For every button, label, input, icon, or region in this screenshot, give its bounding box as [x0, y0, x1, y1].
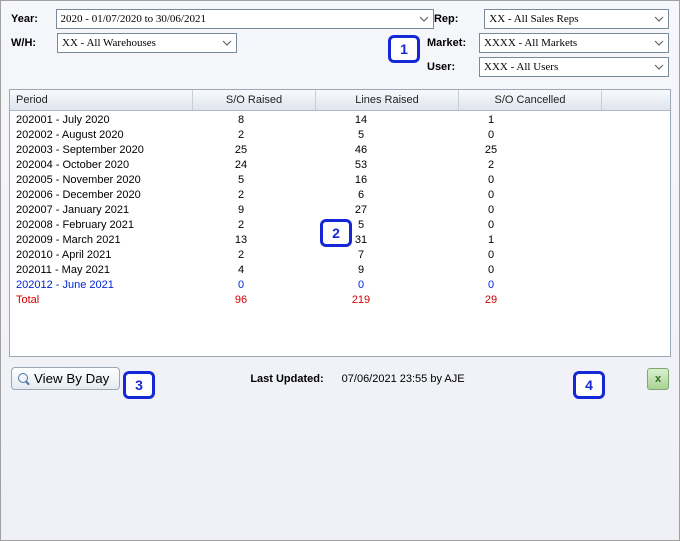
cell-canc: 0 [426, 278, 556, 293]
cell-lines: 14 [296, 113, 426, 128]
table-row[interactable]: 202003 - September 2020254625 [10, 143, 670, 158]
cell-canc: 0 [426, 128, 556, 143]
view-by-day-button[interactable]: View By Day [11, 367, 120, 390]
table-row[interactable]: 202004 - October 202024532 [10, 158, 670, 173]
user-label: User: [427, 61, 479, 73]
cell-canc: 25 [426, 143, 556, 158]
cell-period: 202002 - August 2020 [16, 128, 186, 143]
cell-lines: 46 [296, 143, 426, 158]
cell-so: 5 [186, 173, 296, 188]
callout-4: 4 [573, 371, 605, 399]
year-select[interactable]: 2020 - 01/07/2020 to 30/06/2021 [56, 9, 434, 29]
cell-canc: 0 [426, 173, 556, 188]
cell-canc: 1 [426, 113, 556, 128]
table-body: 202001 - July 20208141202002 - August 20… [10, 111, 670, 308]
table-row[interactable]: 202012 - June 2021000 [10, 278, 670, 293]
table-header: Period S/O Raised Lines Raised S/O Cance… [10, 90, 670, 111]
cell-lines: 9 [296, 263, 426, 278]
warehouse-select[interactable]: XX - All Warehouses [57, 33, 237, 53]
view-by-day-label: View By Day [34, 371, 109, 386]
table-row[interactable]: 202007 - January 20219270 [10, 203, 670, 218]
col-so-cancelled[interactable]: S/O Cancelled [459, 90, 602, 110]
cell-lines: 5 [296, 218, 426, 233]
table-row[interactable]: 202005 - November 20205160 [10, 173, 670, 188]
cell-so: 8 [186, 113, 296, 128]
table-row[interactable]: 202001 - July 20208141 [10, 113, 670, 128]
filters-panel: Year: 2020 - 01/07/2020 to 30/06/2021 Re… [1, 1, 679, 85]
table-row[interactable]: 202002 - August 2020250 [10, 128, 670, 143]
cell-period: 202001 - July 2020 [16, 113, 186, 128]
cell-canc: 0 [426, 248, 556, 263]
cell-lines: 31 [296, 233, 426, 248]
cell-canc: 29 [426, 293, 556, 308]
cell-canc: 0 [426, 203, 556, 218]
cell-period: 202009 - March 2021 [16, 233, 186, 248]
callout-1: 1 [388, 35, 420, 63]
cell-period: 202004 - October 2020 [16, 158, 186, 173]
year-label: Year: [11, 13, 56, 25]
table-row[interactable]: Total9621929 [10, 293, 670, 308]
cell-lines: 219 [296, 293, 426, 308]
export-excel-button[interactable]: x [647, 368, 669, 390]
cell-lines: 27 [296, 203, 426, 218]
market-label: Market: [427, 37, 479, 49]
excel-icon: x [655, 373, 661, 385]
cell-so: 2 [186, 128, 296, 143]
cell-lines: 7 [296, 248, 426, 263]
user-select[interactable]: XXX - All Users [479, 57, 669, 77]
market-select[interactable]: XXXX - All Markets [479, 33, 669, 53]
rep-select[interactable]: XX - All Sales Reps [484, 9, 669, 29]
cell-lines: 6 [296, 188, 426, 203]
cell-period: 202003 - September 2020 [16, 143, 186, 158]
cell-so: 2 [186, 248, 296, 263]
cell-canc: 1 [426, 233, 556, 248]
cell-so: 0 [186, 278, 296, 293]
cell-lines: 0 [296, 278, 426, 293]
cell-lines: 16 [296, 173, 426, 188]
table-row[interactable]: 202010 - April 2021270 [10, 248, 670, 263]
last-updated-label: Last Updated: [250, 373, 323, 385]
cell-canc: 0 [426, 263, 556, 278]
col-period[interactable]: Period [10, 90, 193, 110]
cell-period: 202007 - January 2021 [16, 203, 186, 218]
cell-period: 202005 - November 2020 [16, 173, 186, 188]
cell-period: 202006 - December 2020 [16, 188, 186, 203]
rep-label: Rep: [434, 13, 484, 25]
cell-so: 9 [186, 203, 296, 218]
table-row[interactable]: 202006 - December 2020260 [10, 188, 670, 203]
cell-so: 2 [186, 188, 296, 203]
cell-lines: 5 [296, 128, 426, 143]
magnifier-icon [18, 373, 30, 385]
callout-2: 2 [320, 219, 352, 247]
table-row[interactable]: 202011 - May 2021490 [10, 263, 670, 278]
cell-canc: 2 [426, 158, 556, 173]
cell-so: 13 [186, 233, 296, 248]
col-lines-raised[interactable]: Lines Raised [316, 90, 459, 110]
cell-period: 202012 - June 2021 [16, 278, 186, 293]
cell-period: Total [16, 293, 186, 308]
wh-label: W/H: [11, 37, 57, 49]
cell-so: 96 [186, 293, 296, 308]
callout-3: 3 [123, 371, 155, 399]
cell-so: 2 [186, 218, 296, 233]
last-updated-value: 07/06/2021 23:55 by AJE [342, 373, 465, 385]
cell-canc: 0 [426, 188, 556, 203]
cell-canc: 0 [426, 218, 556, 233]
cell-so: 25 [186, 143, 296, 158]
col-so-raised[interactable]: S/O Raised [193, 90, 316, 110]
cell-so: 4 [186, 263, 296, 278]
cell-so: 24 [186, 158, 296, 173]
cell-lines: 53 [296, 158, 426, 173]
cell-period: 202010 - April 2021 [16, 248, 186, 263]
cell-period: 202008 - February 2021 [16, 218, 186, 233]
cell-period: 202011 - May 2021 [16, 263, 186, 278]
